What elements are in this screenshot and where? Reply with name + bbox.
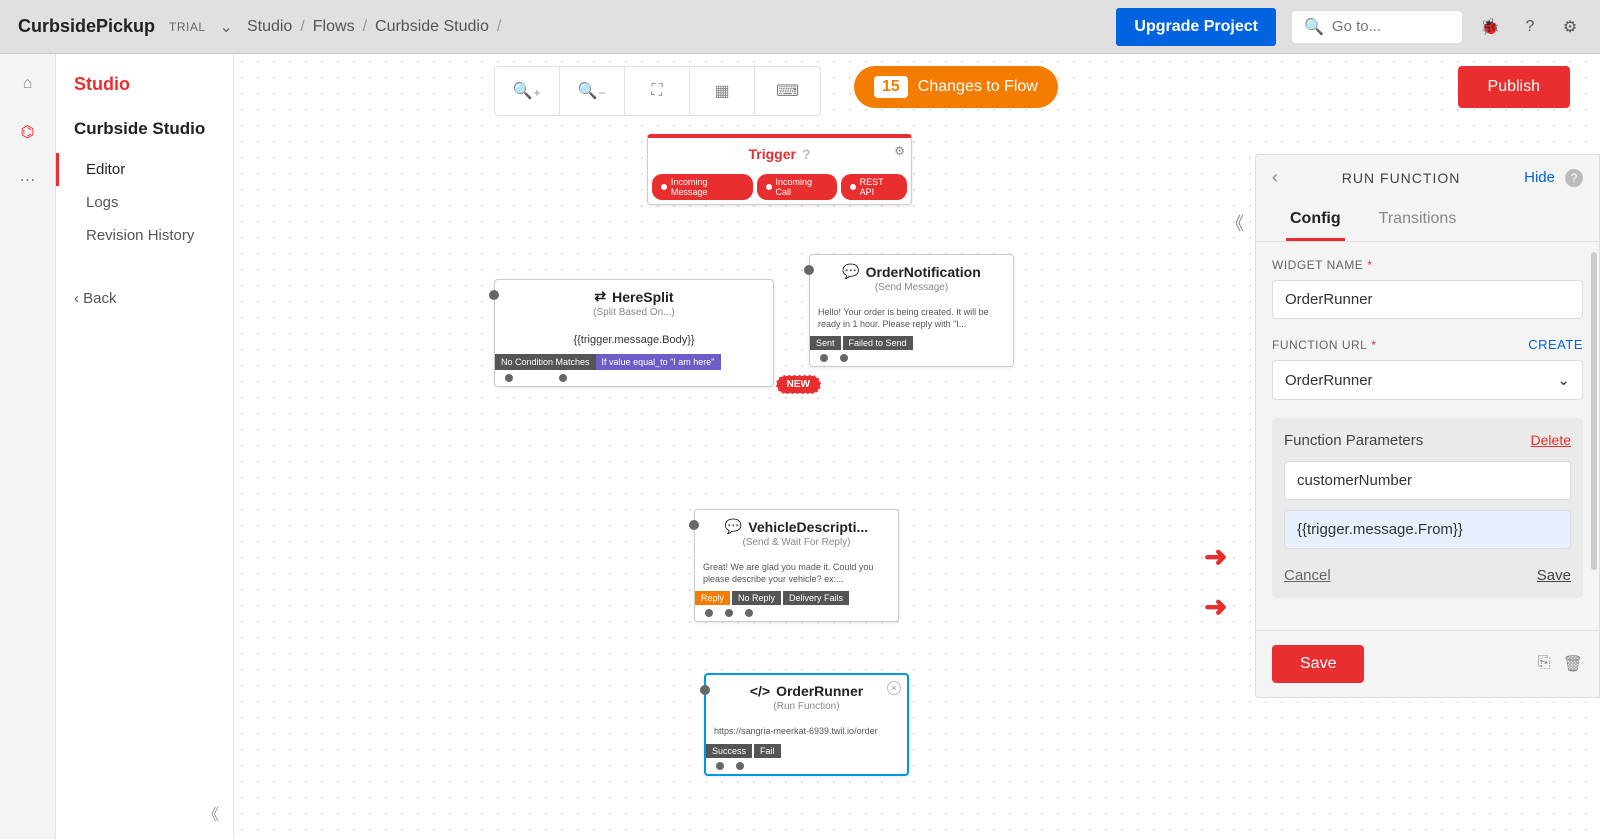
delete-link[interactable]: Delete [1531,432,1571,449]
duplicate-icon[interactable]: ⎘ [1538,654,1551,674]
more-icon[interactable]: ⋯ [16,168,40,192]
search-box[interactable]: 🔍 [1292,11,1462,43]
trial-badge: TRIAL [169,20,206,34]
tab-config[interactable]: Config [1286,200,1345,241]
sidebar: Studio Curbside Studio Editor Logs Revis… [56,54,234,839]
cancel-link[interactable]: Cancel [1284,567,1331,584]
canvas-toolbar: 🔍₊ 🔍₋ ⛶ ▦ ⌨ [494,66,821,116]
changes-count: 15 [874,76,908,98]
function-parameters-box: Function Parameters Delete Cancel Save [1272,418,1583,598]
settings-gear-icon[interactable]: ⚙ [1558,15,1582,39]
sidebar-item-revision[interactable]: Revision History [56,219,233,252]
save-button[interactable]: Save [1272,645,1364,683]
search-icon: 🔍 [1304,17,1324,37]
debug-icon[interactable]: 🐞 [1478,15,1502,39]
tag-no-reply[interactable]: No Reply [732,591,781,605]
top-bar: CurbsidePickup TRIAL ⌄ Studio/ Flows/ Cu… [0,0,1600,54]
zoom-out-icon[interactable]: 🔍₋ [560,67,625,115]
project-chevron-icon[interactable]: ⌄ [220,17,233,37]
node-trigger[interactable]: ⚙ Trigger ? Incoming Message Incoming Ca… [647,134,912,205]
home-icon[interactable]: ⌂ [16,72,40,96]
hide-link[interactable]: Hide [1524,169,1555,186]
tag-failed[interactable]: Failed to Send [843,336,913,350]
trash-icon[interactable]: 🗑 [1563,654,1583,674]
panel-help-icon[interactable]: ? [1565,169,1583,187]
panel-title: RUN FUNCTION [1288,170,1514,186]
search-input[interactable] [1332,18,1450,35]
chevron-down-icon: ⌄ [1557,371,1570,389]
studio-icon[interactable]: ⌬ [16,120,40,144]
nav-rail: ⌂ ⌬ ⋯ [0,54,56,839]
back-link[interactable]: ‹ Back [56,282,233,315]
upgrade-button[interactable]: Upgrade Project [1116,8,1276,46]
scrollbar[interactable] [1591,252,1597,570]
gear-icon[interactable]: ⚙ [894,144,905,158]
tag-sent[interactable]: Sent [810,336,841,350]
sidebar-title: Studio [56,74,233,95]
tag-delivery-fails[interactable]: Delivery Fails [783,591,849,605]
param-key-input[interactable] [1284,461,1571,500]
breadcrumb: Studio/ Flows/ Curbside Studio/ [247,18,501,36]
node-vehicledescription[interactable]: 💬 VehicleDescripti... (Send & Wait For R… [694,509,899,622]
tag-if-value[interactable]: If value equal_to "I am here" [596,354,721,370]
config-panel: 《 ‹ RUN FUNCTION Hide ? Config Transitio… [1255,154,1600,698]
tag-no-condition[interactable]: No Condition Matches [495,354,596,370]
create-link[interactable]: CREATE [1528,337,1583,352]
tag-success[interactable]: Success [706,744,752,758]
crumb-flows[interactable]: Flows [313,18,355,36]
sidebar-subtitle: Curbside Studio [56,119,233,139]
fit-screen-icon[interactable]: ⛶ [625,67,690,115]
tag-reply[interactable]: Reply [695,591,730,605]
crumb-studio[interactable]: Studio [247,18,292,36]
annotation-arrow-icon: ➜ [1204,590,1227,623]
node-orderrunner[interactable]: × </> OrderRunner (Run Function) https:/… [704,673,909,776]
function-url-select[interactable]: OrderRunner ⌄ [1272,360,1583,400]
keyboard-icon[interactable]: ⌨ [755,67,820,115]
widget-name-input[interactable] [1272,280,1583,319]
port-incoming-message[interactable]: Incoming Message [652,174,753,200]
canvas[interactable]: 🔍₊ 🔍₋ ⛶ ▦ ⌨ 15 Changes to Flow Publish [234,54,1600,839]
tag-fail[interactable]: Fail [754,744,781,758]
tab-transitions[interactable]: Transitions [1375,200,1461,241]
calendar-icon[interactable]: ▦ [690,67,755,115]
crumb-curbside[interactable]: Curbside Studio [375,18,489,36]
zoom-in-icon[interactable]: 🔍₊ [495,67,560,115]
changes-label: Changes to Flow [918,78,1038,96]
node-heresplit[interactable]: ⇄ HereSplit (Split Based On...) {{trigge… [494,279,774,387]
publish-button[interactable]: Publish [1458,66,1570,108]
help-icon[interactable]: ? [1518,15,1542,39]
node-ordernotification[interactable]: 💬 OrderNotification (Send Message) Hello… [809,254,1014,367]
changes-pill[interactable]: 15 Changes to Flow [854,66,1058,108]
panel-back-icon[interactable]: ‹ [1272,167,1278,188]
new-pill[interactable]: NEW [776,375,821,394]
sidebar-item-editor[interactable]: Editor [56,153,233,186]
params-title: Function Parameters [1284,432,1423,449]
collapse-sidebar-icon[interactable]: 《 [203,801,219,825]
annotation-arrow-icon: ➜ [1204,540,1227,573]
collapse-panel-icon[interactable]: 《 [1226,210,1244,236]
project-name: CurbsidePickup [18,16,155,37]
port-incoming-call[interactable]: Incoming Call [757,174,837,200]
param-value-input[interactable] [1284,510,1571,549]
sidebar-item-logs[interactable]: Logs [56,186,233,219]
port-rest-api[interactable]: REST API [841,174,907,200]
save-link[interactable]: Save [1537,567,1571,584]
